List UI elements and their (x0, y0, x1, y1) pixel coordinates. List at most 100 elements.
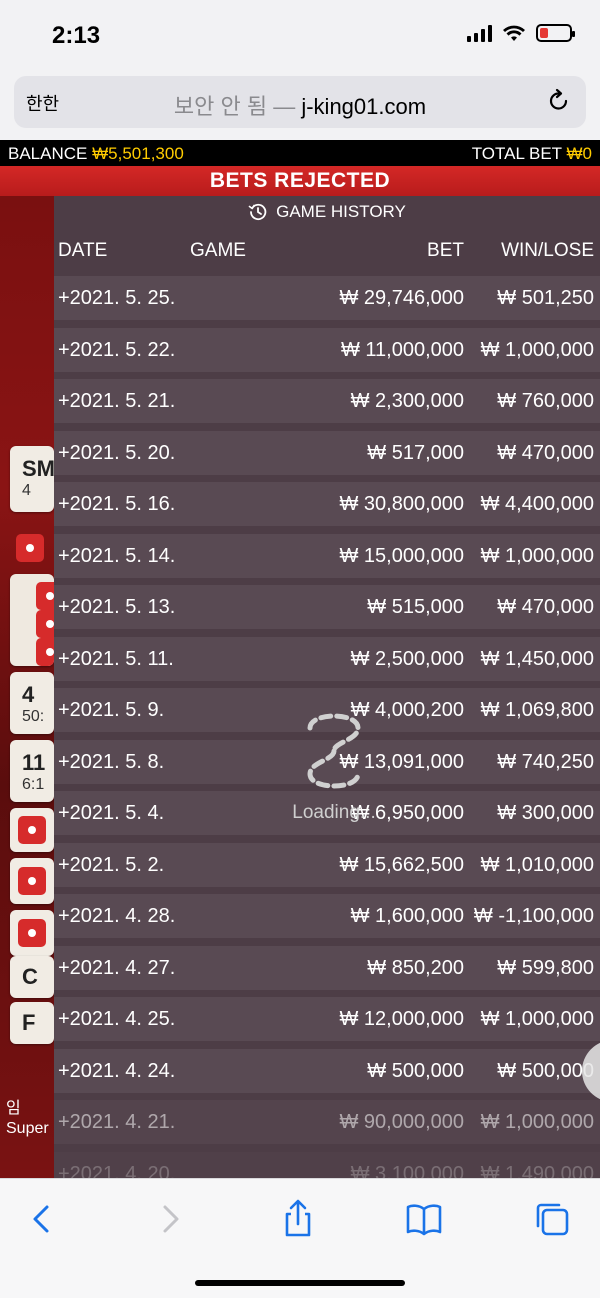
history-bet: ₩ 15,662,500 (339, 853, 464, 876)
history-row: +2021. 5. 16. ₩ 30,800,000 ₩ 4,400,000 (54, 480, 600, 532)
history-win-lose: ₩ 1,069,800 (480, 699, 594, 721)
history-row: +2021. 5. 13. ₩ 515,000 ₩ 470,000 (54, 583, 600, 635)
history-bet: ₩ 850,200 (367, 956, 464, 979)
bet-spot-double[interactable] (10, 858, 54, 904)
balance: BALANCE ₩5,501,300 (8, 144, 184, 164)
dice-icon (36, 610, 54, 638)
history-row: +2021. 4. 27. ₩ 850,200 ₩ 599,800 (54, 944, 600, 996)
side-button-c[interactable]: C (10, 956, 54, 998)
history-title: GAME HISTORY (54, 196, 600, 228)
history-row: +2021. 4. 28. ₩ 1,600,000 ₩ -1,100,000 (54, 892, 600, 944)
history-bet: ₩ 517,000 (367, 441, 464, 464)
history-win-lose: ₩ 1,000,000 (480, 338, 594, 361)
history-row: +2021. 5. 11. ₩ 2,500,000 ₩ 1,450,000 (54, 635, 600, 687)
history-win-lose: ₩ 470,000 (497, 596, 594, 618)
history-win-lose: ₩ 500,000 (497, 1059, 594, 1082)
bet-spot-small[interactable]: SM 4 (10, 446, 54, 512)
history-bet: ₩ 29,746,000 (339, 287, 464, 309)
history-column-header: DATE GAME BET WIN/LOSE (54, 228, 600, 274)
history-date: +2021. 5. 14. (58, 544, 176, 567)
bet-spot-single[interactable] (10, 808, 54, 852)
status-bar: 2:13 (0, 0, 600, 72)
history-date: +2021. 5. 22. (58, 338, 176, 361)
total-bet: TOTAL BET ₩0 (472, 144, 592, 164)
history-bet: ₩ 3,100,000 (350, 1162, 464, 1179)
bet-spot-total-4[interactable]: 4 50: (10, 672, 54, 734)
history-date: +2021. 4. 24. (58, 1059, 176, 1082)
game-area: BALANCE ₩5,501,300 TOTAL BET ₩0 BETS REJ… (0, 140, 600, 1178)
history-row: +2021. 5. 20. ₩ 517,000 ₩ 470,000 (54, 429, 600, 481)
history-win-lose: ₩ -1,100,000 (473, 905, 594, 927)
address-bar[interactable]: 한한 보안 안 됨 — j-king01.com (14, 76, 586, 128)
loading-spinner-icon (307, 713, 361, 789)
history-date: +2021. 5. 4. (58, 802, 165, 824)
history-date: +2021. 4. 27. (58, 956, 176, 979)
history-row: +2021. 4. 24. ₩ 500,000 ₩ 500,000 (54, 1047, 600, 1099)
game-table-background: SM 4 4 50: 11 6:1 C F 임 Super (0, 196, 54, 1178)
history-row: +2021. 5. 22. ₩ 11,000,000 ₩ 1,000,000 (54, 326, 600, 378)
history-row: +2021. 5. 21. ₩ 2,300,000 ₩ 760,000 (54, 377, 600, 429)
history-win-lose: ₩ 1,000,000 (480, 544, 594, 567)
side-button-f[interactable]: F (10, 1002, 54, 1044)
loading-indicator: Loading... (274, 706, 394, 824)
history-row: +2021. 4. 20. ₩ 3,100,000 ₩ 1,490,000 (54, 1150, 600, 1179)
bet-spot-total-11[interactable]: 11 6:1 (10, 740, 54, 802)
tabs-icon[interactable] (532, 1199, 572, 1239)
history-date: +2021. 5. 13. (58, 596, 176, 618)
url-security-label: 보안 안 됨 — (173, 94, 302, 119)
history-row: +2021. 4. 25. ₩ 12,000,000 ₩ 1,000,000 (54, 995, 600, 1047)
dice-icon (16, 534, 44, 562)
game-history-panel: GAME HISTORY DATE GAME BET WIN/LOSE +202… (54, 196, 600, 1178)
history-bet: ₩ 12,000,000 (339, 1008, 464, 1030)
history-win-lose: ₩ 1,000,000 (480, 1111, 594, 1133)
column-date: DATE (58, 240, 108, 261)
bet-spot-dice-triple[interactable] (10, 574, 54, 666)
history-date: +2021. 5. 8. (58, 750, 165, 773)
history-win-lose: ₩ 760,000 (497, 390, 594, 412)
column-bet: BET (427, 240, 464, 261)
history-row: +2021. 5. 2. ₩ 15,662,500 ₩ 1,010,000 (54, 841, 600, 893)
column-win-lose: WIN/LOSE (501, 240, 594, 261)
history-date: +2021. 4. 25. (58, 1008, 176, 1030)
history-clock-icon (248, 203, 267, 221)
history-date: +2021. 4. 21. (58, 1111, 176, 1133)
balance-label: BALANCE (8, 144, 88, 163)
history-date: +2021. 5. 21. (58, 390, 176, 412)
history-win-lose: ₩ 1,450,000 (480, 647, 594, 670)
balance-value: ₩5,501,300 (92, 144, 184, 163)
loading-text: Loading... (292, 802, 376, 823)
history-bet: ₩ 515,000 (367, 596, 464, 618)
reload-icon[interactable] (546, 88, 572, 114)
balance-bar: BALANCE ₩5,501,300 TOTAL BET ₩0 (0, 140, 600, 166)
history-win-lose: ₩ 1,000,000 (480, 1008, 594, 1030)
bet-spot-triple[interactable] (10, 910, 54, 956)
history-row: +2021. 4. 21. ₩ 90,000,000 ₩ 1,000,000 (54, 1098, 600, 1150)
forward-icon[interactable] (150, 1199, 190, 1239)
history-date: +2021. 5. 11. (58, 647, 174, 670)
history-date: +2021. 4. 28. (58, 905, 176, 927)
history-row: +2021. 5. 14. ₩ 15,000,000 ₩ 1,000,000 (54, 532, 600, 584)
history-bet: ₩ 15,000,000 (339, 544, 464, 567)
history-title-text: GAME HISTORY (276, 202, 406, 221)
history-bet: ₩ 1,600,000 (350, 905, 464, 927)
history-win-lose: ₩ 740,250 (497, 750, 594, 773)
dice-icon (18, 919, 46, 947)
history-date: +2021. 5. 9. (58, 699, 165, 721)
history-win-lose: ₩ 501,250 (497, 287, 594, 309)
status-icons (467, 24, 575, 42)
dice-icon (36, 582, 54, 610)
bookmarks-icon[interactable] (404, 1199, 444, 1239)
battery-icon (536, 24, 575, 42)
back-icon[interactable] (22, 1199, 62, 1239)
history-date: +2021. 5. 2. (58, 853, 165, 876)
history-bet: ₩ 11,000,000 (340, 338, 464, 361)
share-icon[interactable] (278, 1199, 318, 1239)
history-win-lose: ₩ 1,010,000 (480, 853, 594, 876)
side-label-super: Super (6, 1120, 49, 1137)
history-date: +2021. 5. 20. (58, 441, 176, 464)
dice-icon (18, 816, 46, 844)
history-win-lose: ₩ 4,400,000 (480, 493, 594, 515)
wifi-icon (503, 25, 525, 41)
history-bet: ₩ 90,000,000 (339, 1111, 464, 1133)
url-display[interactable]: 보안 안 됨 — j-king01.com (14, 89, 586, 121)
